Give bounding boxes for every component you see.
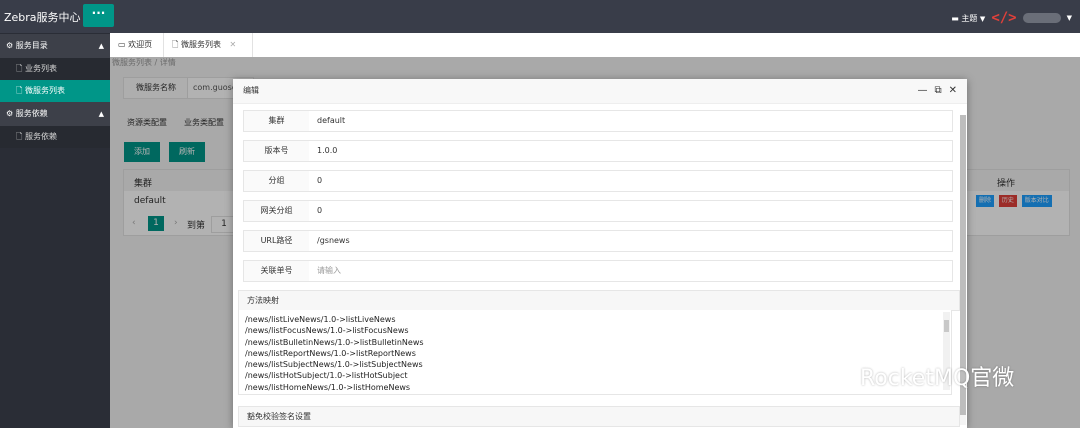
watermark-text: RocketMQ官微 <box>860 366 1015 391</box>
form-row-url-path: URL路径 /gsnews <box>243 230 953 252</box>
sidebar-item-business-list[interactable]: 🗋 业务列表 <box>0 58 110 80</box>
cluster-label: 集群 <box>243 110 310 132</box>
method-line: /news/listFocusNews/1.0->listFocusNews <box>245 326 409 336</box>
form-row-cluster: 集群 default <box>243 110 953 132</box>
method-line: /news/listLiveNews/1.0->listLiveNews <box>245 315 396 324</box>
sidebar-item-dependency[interactable]: 🗋 服务依赖 <box>0 126 110 148</box>
maximize-icon[interactable]: ⧉ <box>934 79 941 103</box>
top-bar: Zebra服务中心 ··· ▬ 主题 ▼ </> ▼ <box>0 0 1080 33</box>
form-row-group: 分组 0 <box>243 170 953 192</box>
url-path-label: URL路径 <box>243 230 310 252</box>
method-line: /news/listReportNews/1.0->listReportNews <box>245 348 416 358</box>
wechat-icon <box>823 364 855 388</box>
ticket-input[interactable]: 请输入 <box>309 260 953 282</box>
sidebar-item-label: 业务列表 <box>24 64 57 73</box>
modal-title: 编辑 <box>243 86 259 95</box>
sidebar-item-label: 微服务列表 <box>24 86 65 95</box>
monitor-icon: ▬ <box>951 13 959 23</box>
ticket-label: 关联单号 <box>243 260 310 282</box>
app-brand: Zebra服务中心 <box>4 11 81 24</box>
url-path-field[interactable]: /gsnews <box>309 230 953 252</box>
modal-header: 编辑 — ⧉ ✕ <box>233 79 967 104</box>
close-icon[interactable]: ✕ <box>230 40 237 49</box>
method-line: /news/listBulletinNews/1.0->listBulletin… <box>245 337 424 347</box>
sidebar-group-catalog[interactable]: ⚙ 服务目录 ▲ <box>0 34 110 58</box>
gear-icon: ⚙ <box>6 109 14 118</box>
sidebar-group-label: 服务目录 <box>15 41 48 50</box>
sidebar-item-microservice-list[interactable]: 🗋 微服务列表 <box>0 80 110 102</box>
tab-welcome[interactable]: ▭ 欢迎页 <box>110 33 164 57</box>
file-icon: 🗋 <box>172 40 179 49</box>
gear-icon: ⚙ <box>6 41 14 50</box>
theme-label: 主题 <box>961 13 978 23</box>
theme-menu[interactable]: ▬ 主题 ▼ <box>951 13 985 24</box>
code-icon: </> <box>991 10 1017 26</box>
group-field[interactable]: 0 <box>309 170 953 192</box>
watermark: RocketMQ官微 <box>822 360 1014 392</box>
minimize-icon[interactable]: — <box>917 79 927 103</box>
form-row-version: 版本号 1.0.0 <box>243 140 953 162</box>
window-icon: ▭ <box>118 40 126 49</box>
file-icon: 🗋 <box>16 132 23 141</box>
group-label: 分组 <box>243 170 310 192</box>
signature-settings-title: 豁免校验签名设置 <box>238 406 960 427</box>
user-chevron-down-icon[interactable]: ▼ <box>1067 14 1072 22</box>
form-row-ticket: 关联单号 请输入 <box>243 260 953 282</box>
file-icon: 🗋 <box>16 64 23 73</box>
tab-label: 欢迎页 <box>128 40 153 49</box>
method-mapping-title: 方法映射 <box>238 290 960 311</box>
close-icon[interactable]: ✕ <box>949 79 957 103</box>
tab-label: 微服务列表 <box>180 40 221 49</box>
cluster-field[interactable]: default <box>309 110 953 132</box>
form-row-gateway-group: 网关分组 0 <box>243 200 953 222</box>
chevron-down-icon: ▼ <box>979 14 986 23</box>
version-label: 版本号 <box>243 140 310 162</box>
sidebar: ⚙ 服务目录 ▲ 🗋 业务列表 🗋 微服务列表 ⚙ 服务依赖 ▲ 🗋 服务依赖 <box>0 33 110 428</box>
gateway-group-label: 网关分组 <box>243 200 310 222</box>
top-right-area: ▬ 主题 ▼ </> ▼ <box>951 10 1072 26</box>
menu-toggle-button[interactable]: ··· <box>83 4 114 27</box>
sidebar-group-label: 服务依赖 <box>15 109 48 118</box>
tab-microservice-list[interactable]: 🗋 微服务列表 ✕ <box>163 33 253 57</box>
user-name-blurred[interactable] <box>1022 13 1061 23</box>
version-field[interactable]: 1.0.0 <box>309 140 953 162</box>
gateway-group-field[interactable]: 0 <box>309 200 953 222</box>
chevron-up-icon: ▲ <box>98 110 104 118</box>
file-icon: 🗋 <box>16 86 23 95</box>
sidebar-item-label: 服务依赖 <box>24 132 57 141</box>
sidebar-group-dependency[interactable]: ⚙ 服务依赖 ▲ <box>0 102 110 126</box>
chevron-up-icon: ▲ <box>98 42 104 50</box>
tab-bar: ▭ 欢迎页 🗋 微服务列表 ✕ <box>110 33 1080 58</box>
